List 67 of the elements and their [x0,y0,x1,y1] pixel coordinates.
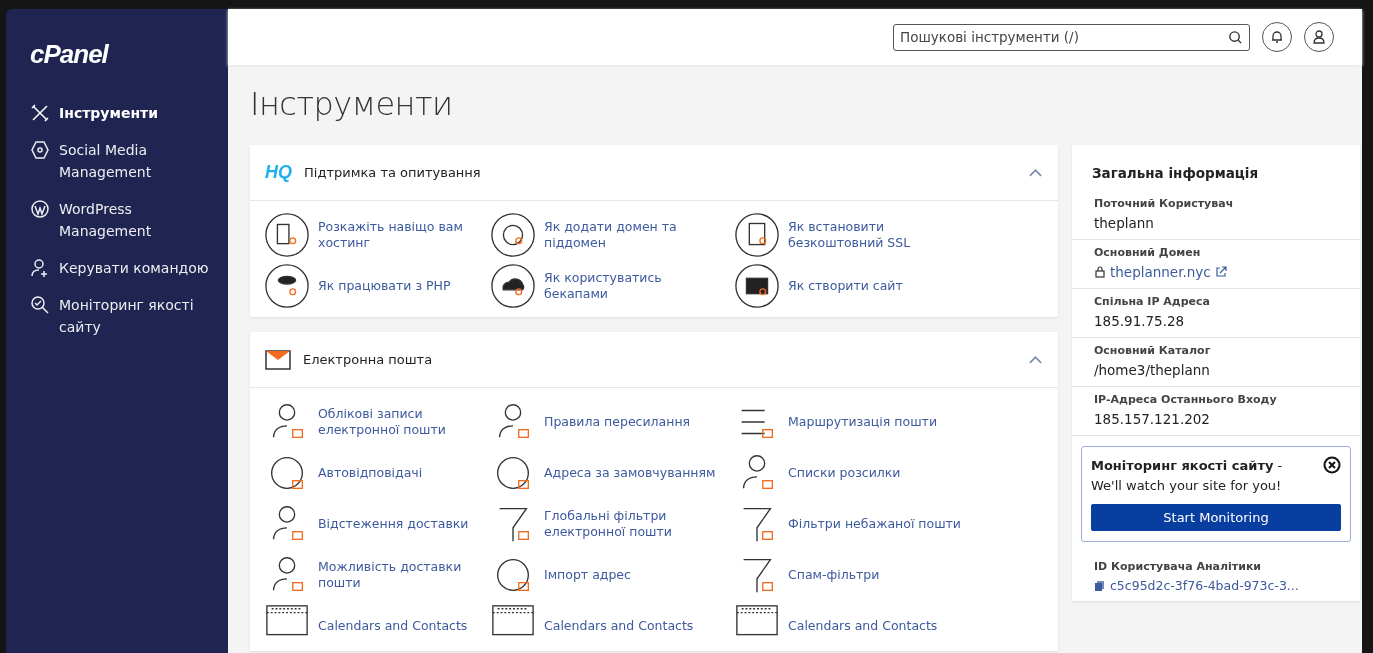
info-value: 185.157.121.202 [1094,411,1211,427]
copy-icon[interactable] [1094,579,1106,592]
notifications-button[interactable] [1262,22,1292,52]
panel-title: Загальна інформація [1091,164,1260,183]
tool-link[interactable]: Як створити сайт [734,260,984,311]
external-link-icon[interactable] [1214,266,1227,278]
info-label: Поточний Користувач [1094,197,1235,210]
sidebar-item[interactable]: Інструменти [30,102,228,124]
tool-link[interactable]: Спам-фільтри [734,549,984,600]
chevron-icon[interactable] [1029,168,1042,177]
tool-link[interactable]: Calendars and Contacts [264,600,490,651]
tools-icon [30,103,50,123]
info-label: Основний Каталог [1094,344,1212,357]
info-label: ID Користувача Аналітики [1094,560,1263,573]
promo-text: Моніторинг якості сайту - We'll watch your site for you! [1091,457,1284,495]
sidebar-item[interactable]: Моніторинг якості сайту [30,294,228,338]
section-header[interactable]: HQ Підтримка та опитування [250,145,1058,201]
search-icon [1228,29,1243,45]
sidebar-item[interactable]: Social Media Management [30,139,228,183]
section-logo: HQ [265,162,292,183]
sidebar-item[interactable]: WordPress Management [30,198,228,242]
section-header[interactable]: Електронна пошта [250,332,1058,388]
tool-link[interactable]: Calendars and Contacts [490,600,734,651]
tool-link[interactable]: Як встановити безкоштовний SSL [734,209,984,260]
tool-link[interactable]: Списки розсилки [734,447,984,498]
info-label: Основний Домен [1094,246,1202,259]
bell-icon [1269,29,1285,45]
sidebar-item[interactable]: Керувати командою [30,257,228,279]
page-title: Інструменти [250,85,454,123]
info-label: IP-Адреса Останнього Входу [1094,393,1278,406]
tool-link[interactable]: Фільтри небажаної пошти [734,498,984,549]
tool-link[interactable]: Правила пересилання [490,396,734,447]
lock-icon [1094,266,1106,278]
tool-link[interactable]: Як працювати з PHP [264,260,490,311]
tool-link[interactable]: Розкажіть навіщо вам хостинг [264,209,490,260]
info-label: Спільна IP Адреса [1094,295,1211,308]
cpanel-logo[interactable]: cPanel [30,39,228,70]
info-value: /home3/theplann [1094,362,1211,378]
section-title: Електронна пошта [303,352,434,367]
info-value: 185.91.75.28 [1094,313,1186,329]
section-title: Підтримка та опитування [304,165,482,180]
tool-link[interactable]: Як додати домен та піддомен [490,209,734,260]
analytics-id-link[interactable]: c5c95d2c-3f76-4bad-973c-3... [1110,578,1299,593]
start-monitoring-button[interactable]: Start Monitoring [1091,504,1341,531]
close-icon[interactable] [1323,456,1341,474]
tool-link[interactable]: Автовідповідачі [264,447,490,498]
tool-link[interactable]: Облікові записи електронної пошти [264,396,490,447]
user-add-icon [30,258,50,278]
search-field[interactable]: Пошукові інструменти (/) [893,23,1250,51]
info-value: theplann [1094,215,1155,231]
tool-link[interactable]: Можливість доставки пошти [264,549,490,600]
tool-link[interactable]: Маршрутизація пошти [734,396,984,447]
tool-link[interactable]: Calendars and Contacts [734,600,984,651]
tool-link[interactable]: Адреса за замовчуванням [490,447,734,498]
tool-link[interactable]: Імпорт адрес [490,549,734,600]
chevron-icon[interactable] [1029,355,1042,364]
user-menu-button[interactable] [1304,22,1334,52]
wordpress-icon [30,199,50,219]
envelope-icon [265,349,291,370]
tool-link[interactable]: Відстеження доставки [264,498,490,549]
tool-link[interactable]: Як користуватись бекапами [490,260,734,311]
user-icon [1311,29,1327,45]
magnifier-check-icon [30,295,50,315]
browser-window-icon [734,262,780,309]
domain-link[interactable]: theplanner.nyc [1110,264,1211,280]
cloud-sync-icon [490,262,536,309]
tool-link[interactable]: Глобальні фільтри електронної пошти [490,498,734,549]
